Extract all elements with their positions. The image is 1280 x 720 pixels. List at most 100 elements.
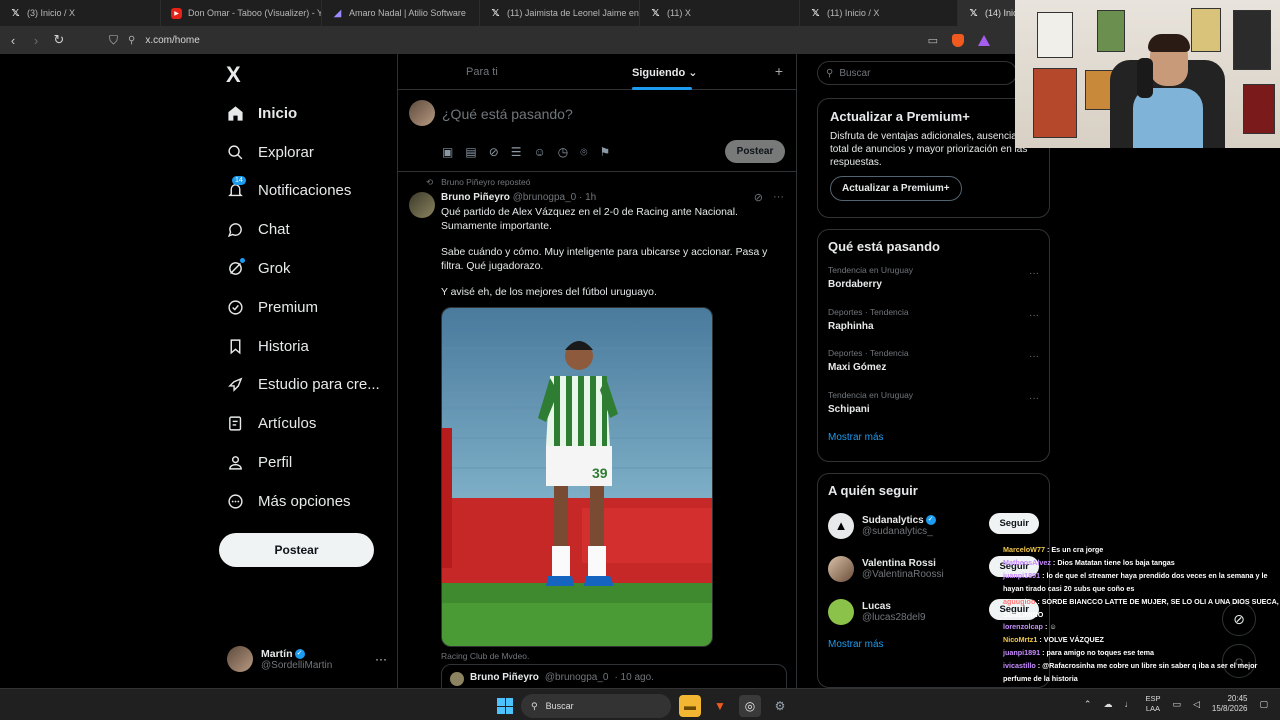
account-switcher[interactable]: Martín ✓ @SordelliMartin ··· [227,644,387,674]
browser-tab[interactable]: 𝕏 (11) Jaimista de Leonel Jaime en X [480,0,640,26]
search-input[interactable]: ⚲ Buscar [817,61,1017,85]
trends-card: Qué está pasando Tendencia en Uruguay Bo… [817,229,1050,462]
nav-item-grok[interactable]: Grok [226,249,380,288]
compose-input[interactable]: ¿Qué está pasando? [442,106,573,122]
location-icon[interactable]: ⌾ [580,145,587,160]
nav-item-home[interactable]: Inicio [226,94,380,133]
browser-tab[interactable]: ▶ Don Omar - Taboo (Visualizer) - You [161,0,322,26]
file-explorer-icon[interactable]: ▬ [679,695,701,717]
nav-item-history[interactable]: Historia [226,327,380,366]
volume-icon[interactable]: ◁ [1193,699,1200,710]
media-caption: Racing Club de Mvdeo. [441,651,530,661]
mic-icon[interactable]: ♩ [1124,699,1133,709]
browser-tab[interactable]: 𝕏 (11) Inicio / X [800,0,958,26]
cloud-icon[interactable]: ☁ [1103,699,1112,710]
nav-item-profile[interactable]: Perfil [226,443,380,482]
grok-icon[interactable]: ⊘ [489,145,499,160]
compose-post-button[interactable]: Postear [725,140,785,163]
trends-title: Qué está pasando [828,239,940,254]
tab-following[interactable]: Siguiendo ⌄ [632,66,697,79]
avatar[interactable] [409,192,435,218]
home-icon [226,104,244,122]
tab-for-you[interactable]: Para ti [466,66,498,78]
grok-dot [240,258,245,264]
trend-item[interactable]: Deportes · Tendencia Raphinha ··· [818,302,1049,344]
tweet-text: Qué partido de Alex Vázquez en el 2-0 de… [441,207,768,298]
article-icon [226,415,244,433]
tweet[interactable]: ⟲ Bruno Piñeyro reposteó Bruno Piñeyro @b… [398,172,796,688]
add-tab-icon[interactable]: + [775,63,783,79]
grok-icon[interactable]: ⊘ [754,191,763,204]
network-icon[interactable]: ▭ [1172,699,1181,710]
browser-tab[interactable]: 𝕏 (11) X [640,0,800,26]
image-icon[interactable]: ▣ [442,145,453,160]
url-field[interactable]: ⛉ ⚲ x.com/home [109,33,928,48]
post-button[interactable]: Postear [219,533,374,567]
premium-title: Actualizar a Premium+ [830,109,970,124]
more-dots-icon[interactable]: ··· [375,652,387,666]
trend-item[interactable]: Tendencia en Uruguay Schipani ··· [818,385,1049,427]
nav-item-chat[interactable]: Chat [226,210,380,249]
brave-rewards-icon[interactable] [978,34,990,46]
tweet-photo[interactable]: 39 [441,307,713,647]
flag-icon[interactable]: ⚑ [599,145,610,160]
notifications-icon[interactable]: ▢ [1259,699,1268,710]
avatar: ▲ [828,512,854,539]
show-more-trends-link[interactable]: Mostrar más [818,426,1049,449]
nav-item-notifications[interactable]: 14 Notificaciones [226,172,380,211]
verified-badge-icon: ✓ [294,648,305,659]
trend-item[interactable]: Tendencia en Uruguay Bordaberry ··· [818,260,1049,302]
nav-item-premium[interactable]: Premium [226,288,380,327]
tray-chevron-icon[interactable]: ⌃ [1084,699,1092,710]
follow-suggestion[interactable]: ▲ Sudanalytics ✓ @sudanalytics_ Seguir [818,504,1049,547]
avatar [828,555,854,582]
more-icon [226,492,244,510]
clock[interactable]: 20:45 15/8/2026 [1212,694,1248,714]
more-dots-icon[interactable]: ··· [1029,268,1039,279]
browser-tab[interactable]: ◢ Amaro Nadal | Atilio Software [322,0,480,26]
emoji-icon[interactable]: ☺ [534,145,546,160]
more-dots-icon[interactable]: ··· [1029,393,1039,404]
more-dots-icon[interactable]: ··· [1029,310,1039,321]
gif-icon[interactable]: ▤ [465,145,476,160]
site-info-icon[interactable]: ⚲ [128,35,135,46]
premium-description: Disfruta de ventajas adicionales, ausenc… [830,131,1028,168]
more-dots-icon[interactable]: ··· [1029,351,1039,362]
x-logo-icon: 𝕏 [491,7,500,19]
tweet-header: Bruno Piñeyro @brunogpa_0 · 1h [441,192,597,203]
search-icon: ⚲ [826,67,834,79]
poll-icon[interactable]: ☰ [511,145,522,160]
nav-item-more[interactable]: Más opciones [226,482,380,521]
taskbar-search[interactable]: ⚲ Buscar [521,694,671,718]
wall-poster [1233,10,1271,70]
start-button-icon[interactable] [497,698,513,714]
brave-browser-icon[interactable]: ▼ [709,695,731,717]
schedule-icon[interactable]: ◷ [558,145,568,160]
x-logo[interactable]: X [226,62,241,88]
taskbar: ⚲ Buscar ▬ ▼ ◎ ⚙ ⌃ ☁ ♩ ESP LAA ▭ ◁ 20:45 15… [0,688,1280,720]
chat-message: juanpi1891 : lo de que el streamer haya … [1003,570,1268,593]
reload-icon[interactable]: ↻ [49,30,69,50]
verified-icon [226,298,244,316]
nav-item-articles[interactable]: Artículos [226,404,380,443]
premium-upgrade-button[interactable]: Actualizar a Premium+ [830,176,962,201]
back-icon[interactable]: ‹ [3,30,23,50]
more-dots-icon[interactable]: ··· [773,191,784,204]
follow-button[interactable]: Seguir [989,513,1039,534]
obs-icon[interactable]: ◎ [739,695,761,717]
youtube-logo-icon: ▶ [171,7,182,19]
chat-icon [226,221,244,239]
nav-item-creator-studio[interactable]: Estudio para cre... [226,366,380,405]
rocket-icon [226,376,244,394]
quoted-tweet[interactable]: Bruno Piñeyro @brunogpa_0 · 10 ago. [441,664,787,688]
avatar [227,646,253,672]
trend-item[interactable]: Deportes · Tendencia Maxi Gómez ··· [818,343,1049,385]
language-indicator[interactable]: ESP LAA [1145,694,1160,714]
browser-tab[interactable]: 𝕏 (3) Inicio / X [0,0,161,26]
settings-gear-icon[interactable]: ⚙ [769,695,791,717]
forward-icon[interactable]: › [26,30,46,50]
bookmark-icon[interactable]: ⛉ [109,33,118,48]
nav-item-explore[interactable]: Explorar [226,133,380,172]
cast-icon[interactable]: ▭ [928,34,938,47]
brave-shield-icon[interactable] [952,33,964,47]
